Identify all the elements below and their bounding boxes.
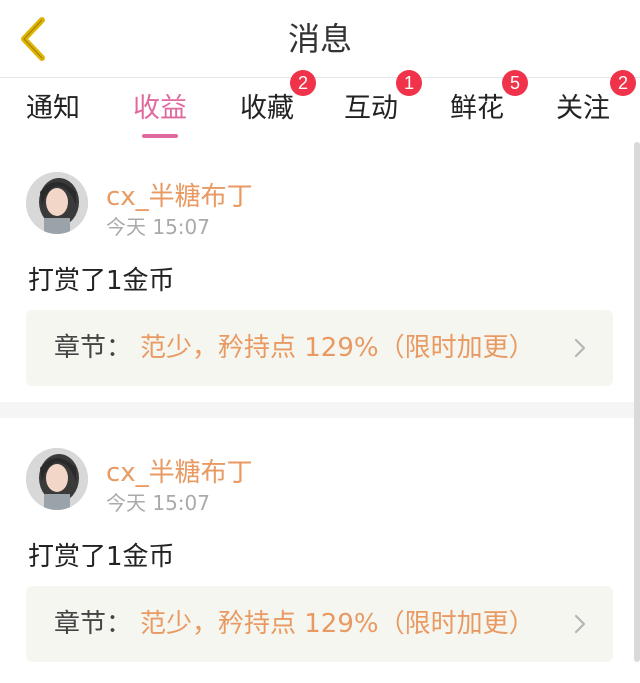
chevron-right-icon xyxy=(574,614,586,634)
tab-follow[interactable]: 关注 2 xyxy=(556,70,636,142)
message-text: 打赏了1金币 xyxy=(28,266,175,296)
tab-label: 收藏 xyxy=(240,93,294,124)
active-tab-indicator xyxy=(142,134,178,138)
badge-flowers: 5 xyxy=(502,70,528,96)
tab-flowers[interactable]: 鲜花 5 xyxy=(450,70,528,142)
tab-favorites[interactable]: 收藏 2 xyxy=(240,70,316,142)
chevron-right-icon xyxy=(574,338,586,358)
tab-notice[interactable]: 通知 xyxy=(26,78,80,142)
tab-label: 通知 xyxy=(26,93,80,124)
badge-favorites: 2 xyxy=(290,70,316,96)
avatar-image xyxy=(26,172,88,234)
tab-interaction[interactable]: 互动 1 xyxy=(344,70,422,142)
username[interactable]: cx_半糖布丁 xyxy=(106,176,253,213)
chapter-label: 章节： xyxy=(54,609,133,639)
chapter-link[interactable]: 章节： 范少，矜持点 129%（限时加更） xyxy=(26,586,613,662)
chevron-left-icon xyxy=(21,17,45,61)
page-title: 消息 xyxy=(287,20,352,58)
header-bar: 消息 xyxy=(0,0,640,78)
chapter-link[interactable]: 章节： 范少，矜持点 129%（限时加更） xyxy=(26,310,613,386)
scrollbar[interactable] xyxy=(634,142,640,662)
username[interactable]: cx_半糖布丁 xyxy=(106,452,253,489)
tab-label: 关注 xyxy=(556,93,610,124)
avatar[interactable] xyxy=(26,448,88,510)
tab-earnings[interactable]: 收益 xyxy=(133,78,187,142)
tab-bar: 通知 收益 收藏 2 互动 1 鲜花 5 关注 2 xyxy=(0,70,640,142)
avatar[interactable] xyxy=(26,172,88,234)
message-text: 打赏了1金币 xyxy=(28,542,175,572)
chapter-label: 章节： xyxy=(54,333,133,363)
message-card: cx_半糖布丁 今天 15:07 打赏了1金币 章节： 范少，矜持点 129%（… xyxy=(0,142,634,402)
chapter-title: 范少，矜持点 129%（限时加更） xyxy=(140,609,535,639)
timestamp: 今天 15:07 xyxy=(106,215,210,239)
badge-follow: 2 xyxy=(610,70,636,96)
timestamp: 今天 15:07 xyxy=(106,491,210,515)
tab-label: 收益 xyxy=(133,93,187,124)
avatar-image xyxy=(26,448,88,510)
badge-interaction: 1 xyxy=(396,70,422,96)
chapter-title: 范少，矜持点 129%（限时加更） xyxy=(140,333,535,363)
section-divider xyxy=(0,402,640,418)
back-button[interactable] xyxy=(14,14,54,64)
message-card: cx_半糖布丁 今天 15:07 打赏了1金币 章节： 范少，矜持点 129%（… xyxy=(0,418,634,683)
tab-label: 鲜花 xyxy=(450,93,504,124)
tab-label: 互动 xyxy=(344,93,398,124)
